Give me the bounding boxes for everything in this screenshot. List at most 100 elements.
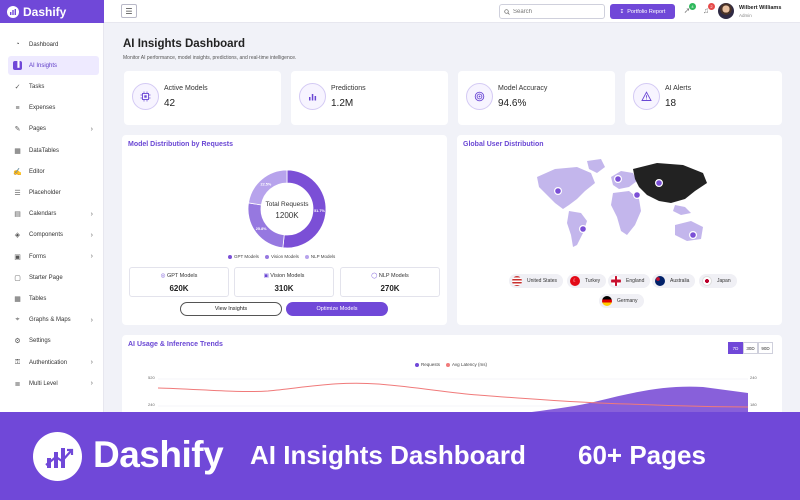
dashboard-icon: ◔ — [15, 41, 20, 48]
map-north-america — [537, 167, 595, 209]
sidebar-item-authentication[interactable]: ⚿ Authentication › — [8, 353, 99, 372]
sidebar-item-calendars[interactable]: ▤ Calendars › — [8, 205, 99, 224]
sidebar-item-dashboard[interactable]: ◔ Dashboard — [8, 35, 99, 54]
brand-logo[interactable]: Dashify — [0, 0, 104, 23]
legend-label: Avg Latency (ms) — [452, 362, 487, 367]
portfolio-report-button[interactable]: ↧ Portfolio Report — [610, 4, 675, 19]
sidebar-item-tasks[interactable]: ✓ Tasks — [8, 77, 99, 96]
model-stat-label: NLP Models — [378, 273, 409, 279]
optimize-models-button[interactable]: Optimize Models — [286, 302, 388, 316]
sidebar-item-placeholder[interactable]: ☰ Placeholder — [8, 183, 99, 202]
map-marker-turkey[interactable] — [632, 190, 641, 199]
card-title: Global User Distribution — [463, 141, 544, 148]
country-chip-japan[interactable]: Japan — [699, 274, 737, 288]
bell-icon[interactable]: ♫ 2 — [701, 3, 715, 16]
user-role: Admin — [739, 13, 752, 18]
forms-icon: ▣ — [14, 253, 21, 261]
brand-name: Dashify — [23, 4, 67, 19]
country-chip-germany[interactable]: Germany — [599, 294, 644, 308]
pages-icon: ✎ — [14, 126, 21, 134]
menu-toggle-button[interactable]: ☰ — [121, 4, 137, 18]
activity-icon[interactable]: ➚ 4 — [682, 3, 696, 16]
donut-data-label: 22.5% — [261, 183, 272, 187]
range-7d-button[interactable]: 7D — [728, 342, 743, 354]
banner-logo-icon — [33, 432, 82, 481]
world-map — [537, 159, 707, 247]
donut-data-label: 51.7% — [314, 209, 325, 213]
country-label: United States — [527, 278, 558, 284]
map-marker-england[interactable] — [613, 175, 622, 184]
bar-chart-icon — [299, 83, 326, 110]
sidebar-item-editor[interactable]: ✍ Editor — [8, 162, 99, 181]
lock-icon: ⚿ — [14, 358, 21, 366]
table-icon: ▦ — [14, 295, 21, 303]
country-chip-england[interactable]: England — [608, 274, 651, 288]
legend-item: Requests — [415, 362, 440, 367]
map-marker-united-states[interactable] — [554, 186, 563, 195]
model-stat-nlp: ◯ NLP Models 270K — [340, 267, 440, 297]
vision-icon: ▣ — [263, 273, 269, 279]
chevron-right-icon: › — [90, 380, 93, 388]
country-label: Turkey — [585, 278, 601, 284]
country-label: Australia — [670, 278, 690, 284]
sidebar-item-starter-page[interactable]: ▢ Starter Page — [8, 268, 99, 287]
sidebar-item-ai-insights[interactable]: ▐ AI Insights — [8, 56, 99, 76]
sidebar-item-graphs-maps[interactable]: ⌖ Graphs & Maps › — [8, 311, 99, 330]
avatar[interactable] — [718, 3, 734, 19]
donut-chart: Total Requests 1200K 51.7% 25.8% 22.5% — [247, 169, 327, 249]
gpt-icon: ◎ — [160, 273, 166, 279]
banner-title: AI Insights Dashboard — [250, 440, 526, 470]
map-southeast-asia — [673, 205, 691, 215]
stat-card-predictions: Predictions 1.2M — [291, 71, 448, 125]
notification-badge: 2 — [708, 3, 715, 10]
stat-value: 1.2M — [331, 98, 354, 109]
map-australia — [675, 221, 703, 241]
view-insights-button[interactable]: View Insights — [180, 302, 282, 316]
y-axis-tick: 240 — [148, 402, 155, 407]
legend-label: GPT Models — [234, 254, 259, 259]
sidebar-item-label: DataTables — [29, 147, 60, 154]
tasks-icon: ✓ — [14, 83, 21, 91]
stat-label: Active Models — [164, 85, 208, 92]
sidebar-item-label: Graphs & Maps — [29, 317, 71, 324]
map-marker-south-america[interactable] — [578, 224, 587, 233]
stat-value: 94.6% — [498, 98, 527, 109]
stat-card-ai-alerts: AI Alerts 18 — [625, 71, 782, 125]
gear-icon: ⚙ — [14, 338, 21, 346]
country-label: Japan — [717, 278, 731, 284]
portfolio-report-label: Portfolio Report — [627, 8, 666, 15]
starter-icon: ▢ — [14, 274, 21, 282]
country-chip-turkey[interactable]: ☾ Turkey — [567, 274, 607, 288]
sidebar-item-pages[interactable]: ✎ Pages › — [8, 120, 99, 139]
map-marker-australia[interactable] — [689, 230, 698, 239]
sidebar-item-label: Calendars — [29, 211, 57, 218]
sidebar-item-tables[interactable]: ▦ Tables — [8, 289, 99, 308]
banner-pages: 60+ Pages — [578, 440, 706, 470]
country-chip-australia[interactable]: Australia — [652, 274, 696, 288]
model-stat-label: Vision Models — [270, 273, 305, 279]
promo-banner: Dashify AI Insights Dashboard 60+ Pages — [0, 412, 800, 500]
search-box[interactable] — [499, 4, 605, 19]
sidebar-item-expenses[interactable]: ≡ Expenses — [8, 99, 99, 118]
search-input[interactable] — [513, 8, 603, 15]
sidebar-item-multi-level[interactable]: ≣ Multi Level › — [8, 374, 99, 393]
sidebar-item-label: Starter Page — [29, 274, 63, 281]
sidebar-item-label: Tasks — [29, 83, 45, 90]
sidebar-item-components[interactable]: ◈ Components › — [8, 226, 99, 245]
page-subtitle: Monitor AI performance, model insights, … — [123, 55, 297, 61]
range-30d-button[interactable]: 30D — [743, 342, 758, 354]
flag-gb-icon — [611, 276, 621, 286]
chevron-right-icon: › — [90, 316, 93, 324]
flag-au-icon — [655, 276, 665, 286]
range-selector: 7D 30D 90D — [728, 342, 773, 354]
map-marker-asia[interactable] — [655, 179, 664, 188]
map-asia — [633, 163, 707, 203]
sidebar-item-forms[interactable]: ▣ Forms › — [8, 247, 99, 266]
sidebar-item-datatables[interactable]: ▦ DataTables — [8, 141, 99, 160]
chevron-right-icon: › — [90, 210, 93, 218]
country-chip-united-states[interactable]: United States — [509, 274, 564, 288]
sidebar-item-settings[interactable]: ⚙ Settings — [8, 332, 99, 351]
range-90d-button[interactable]: 90D — [758, 342, 773, 354]
download-icon: ↧ — [619, 8, 625, 15]
nlp-icon: ◯ — [371, 273, 378, 279]
